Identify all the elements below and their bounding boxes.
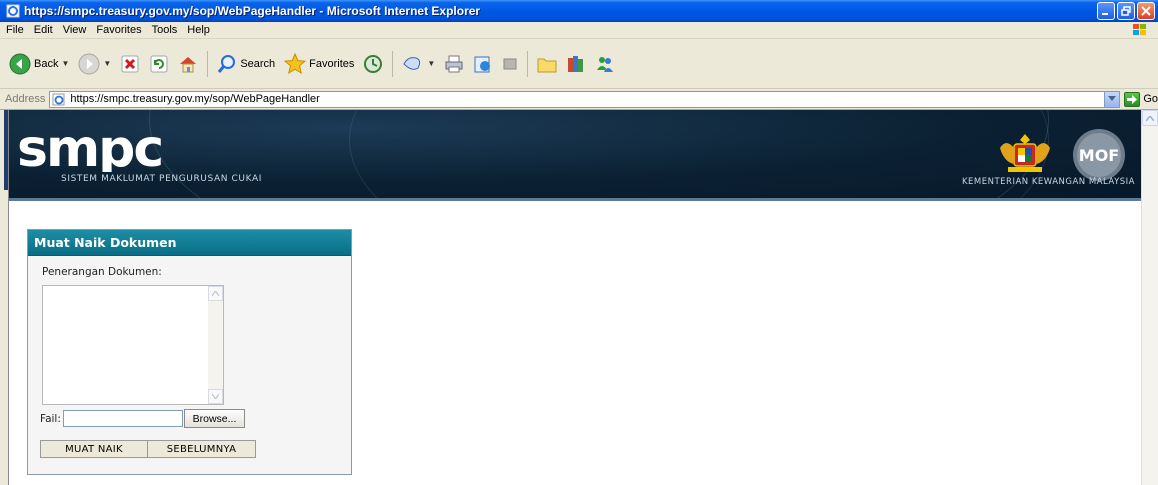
refresh-button[interactable] [146, 49, 172, 79]
browser-window: https://smpc.treasury.gov.my/sop/WebPage… [0, 0, 1158, 485]
back-button[interactable]: Back ▼ [6, 49, 72, 79]
page-content: smpc SISTEM MAKLUMAT PENGURUSAN CUKAI MO… [8, 110, 1141, 485]
history-button[interactable] [360, 49, 386, 79]
textarea-scrollbar[interactable] [208, 286, 223, 404]
menu-file[interactable]: File [6, 24, 24, 36]
messenger-icon [597, 56, 614, 72]
chevron-up-icon [212, 291, 219, 296]
toolbar-separator [207, 50, 209, 77]
history-icon [364, 54, 383, 73]
site-banner: smpc SISTEM MAKLUMAT PENGURUSAN CUKAI MO… [9, 110, 1141, 201]
ie-page-icon [52, 93, 65, 105]
chevron-down-icon [212, 394, 219, 399]
forward-button[interactable]: ▼ [75, 49, 114, 79]
malaysia-crest-icon [1000, 134, 1050, 172]
messenger-button[interactable] [592, 49, 618, 79]
description-label: Penerangan Dokumen: [42, 266, 162, 278]
restore-button[interactable] [1117, 2, 1135, 20]
mof-text: MOF [1079, 146, 1119, 165]
mof-logo-icon: MOF [1073, 129, 1125, 181]
chevron-up-icon [1146, 115, 1154, 121]
address-bar: Address https://smpc.treasury.gov.my/sop… [0, 89, 1158, 110]
banner-decor [349, 110, 1049, 198]
panel-actions: MUAT NAIK SEBELUMNYA [40, 440, 256, 458]
scroll-down-button[interactable] [208, 389, 223, 404]
close-icon [1141, 6, 1151, 16]
minimize-button[interactable] [1097, 2, 1115, 20]
smpc-logo: smpc [17, 130, 164, 172]
stop-icon [121, 55, 139, 72]
previous-button[interactable]: SEBELUMNYA [148, 440, 256, 458]
folder-icon [537, 58, 557, 72]
menu-bar: File Edit View Favorites Tools Help [0, 22, 1158, 39]
back-arrow-icon [9, 53, 31, 74]
address-dropdown-button[interactable] [1104, 91, 1120, 107]
ministry-name: KEMENTERIAN KEWANGAN MALAYSIA [961, 177, 1135, 187]
forward-dropdown-icon[interactable]: ▼ [103, 59, 111, 68]
scroll-up-button[interactable] [208, 286, 223, 301]
research-button[interactable] [563, 49, 589, 79]
search-label: Search [240, 57, 276, 70]
menu-view[interactable]: View [63, 24, 87, 36]
menu-tools[interactable]: Tools [152, 24, 178, 36]
description-textarea[interactable] [42, 285, 224, 405]
windows-logo-icon [1133, 24, 1146, 35]
minimize-icon [1102, 13, 1108, 15]
discuss-button[interactable] [499, 49, 521, 79]
research-books-icon [568, 55, 584, 72]
folder-button[interactable] [534, 49, 560, 79]
logo-text: smpc [17, 130, 162, 172]
discuss-icon [503, 58, 517, 69]
favorites-star-icon [284, 52, 307, 74]
restore-icon [1121, 6, 1131, 16]
banner-subtitle: SISTEM MAKLUMAT PENGURUSAN CUKAI [61, 174, 262, 184]
panel-title: Muat Naik Dokumen [28, 230, 351, 256]
address-input[interactable]: https://smpc.treasury.gov.my/sop/WebPage… [49, 90, 1121, 108]
mail-dropdown-icon[interactable]: ▼ [427, 59, 435, 68]
toolbar-separator [527, 50, 529, 77]
search-icon [218, 54, 236, 73]
go-label: Go [1143, 93, 1158, 105]
address-url: https://smpc.treasury.gov.my/sop/WebPage… [70, 93, 320, 105]
page-scrollbar[interactable] [1141, 110, 1158, 485]
home-button[interactable] [175, 49, 201, 79]
upload-button[interactable]: MUAT NAIK [40, 440, 148, 458]
edit-page-icon [474, 56, 491, 72]
edit-page-button[interactable] [470, 49, 496, 79]
search-button[interactable]: Search [214, 49, 278, 79]
back-dropdown-icon[interactable]: ▼ [61, 59, 69, 68]
menu-help[interactable]: Help [187, 24, 210, 36]
toolbar-separator [392, 50, 394, 77]
favorites-button[interactable]: Favorites [281, 49, 357, 79]
refresh-icon [150, 55, 168, 72]
close-button[interactable] [1137, 2, 1155, 20]
file-path-input[interactable] [63, 410, 183, 427]
chevron-down-icon [1108, 96, 1117, 101]
stop-button[interactable] [117, 49, 143, 79]
favorites-label: Favorites [309, 57, 355, 70]
print-icon [445, 55, 463, 72]
ie-page-icon [6, 4, 20, 18]
toolbar: Back ▼ ▼ Search Favorites ▼ [0, 39, 1158, 89]
window-controls [1097, 2, 1155, 20]
upload-document-panel: Muat Naik Dokumen Penerangan Dokumen: Fa… [27, 229, 352, 475]
go-arrow-icon [1124, 91, 1141, 107]
browse-button[interactable]: Browse... [184, 409, 245, 428]
menu-edit[interactable]: Edit [34, 24, 53, 36]
file-label: Fail: [40, 413, 61, 425]
window-title: https://smpc.treasury.gov.my/sop/WebPage… [24, 4, 481, 18]
back-label: Back [34, 57, 59, 70]
forward-arrow-icon [78, 53, 100, 74]
title-bar: https://smpc.treasury.gov.my/sop/WebPage… [0, 0, 1158, 22]
home-icon [180, 56, 197, 72]
page-scroll-up-button[interactable] [1142, 110, 1158, 126]
address-label: Address [5, 93, 46, 105]
menu-favorites[interactable]: Favorites [96, 24, 141, 36]
mail-icon [403, 56, 421, 70]
go-button[interactable]: Go [1124, 91, 1158, 107]
mail-button[interactable]: ▼ [399, 49, 438, 79]
print-button[interactable] [441, 49, 467, 79]
